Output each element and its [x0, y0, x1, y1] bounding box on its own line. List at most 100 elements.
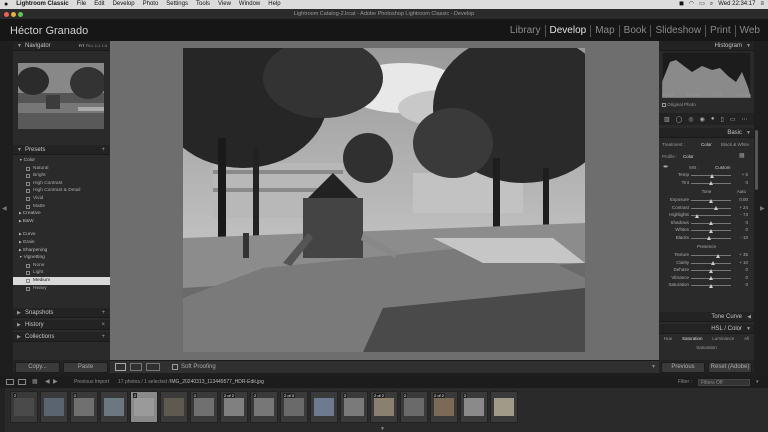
module-web[interactable]: Web: [734, 25, 764, 37]
preset-folder[interactable]: ▼ Vignetting: [13, 254, 110, 262]
preset-folder[interactable]: ▶ Curve: [13, 231, 110, 239]
slider-value[interactable]: 0: [734, 180, 748, 185]
original-photo-checkbox[interactable]: [662, 102, 666, 107]
slider-value[interactable]: - 73: [734, 212, 748, 217]
hsl-tab-all[interactable]: All: [744, 334, 749, 344]
module-print[interactable]: Print: [705, 25, 735, 37]
slider-knob[interactable]: [709, 198, 713, 203]
identity-plate[interactable]: Héctor Granado: [10, 25, 88, 37]
original-photo-toggle[interactable]: Original Photo: [662, 102, 696, 107]
slider-track[interactable]: [691, 198, 731, 203]
zoom-window-icon[interactable]: [18, 12, 23, 17]
filmstrip-thumbnail[interactable]: 2: [130, 391, 158, 423]
reset-button[interactable]: Reset (Adobe): [708, 362, 752, 373]
navigator-preview[interactable]: [18, 63, 104, 129]
slider-knob[interactable]: [707, 236, 711, 240]
wifi-icon[interactable]: ◠: [689, 0, 694, 9]
module-slideshow[interactable]: Slideshow: [650, 25, 705, 37]
menu-edit[interactable]: Edit: [90, 0, 108, 9]
filmstrip-thumbnail[interactable]: 2 of 2: [220, 391, 248, 423]
forward-arrow-icon[interactable]: ▶: [53, 377, 58, 388]
preset-item[interactable]: Heavy: [13, 285, 110, 293]
slider-knob[interactable]: [711, 261, 715, 265]
slider-track[interactable]: [691, 228, 731, 233]
filmstrip-thumbnail[interactable]: 2: [190, 391, 218, 423]
preset-item[interactable]: Matte: [13, 203, 110, 211]
clear-history-icon[interactable]: ×: [101, 320, 105, 330]
toolbar-menu-icon[interactable]: ▾: [652, 361, 655, 374]
stack-badge[interactable]: 2: [403, 393, 408, 398]
stack-badge[interactable]: 2: [13, 393, 18, 398]
before-after-split-icon[interactable]: [146, 363, 160, 371]
treatment-color-option[interactable]: Color: [701, 142, 712, 147]
tone-curve-header[interactable]: Tone Curve ◀: [659, 312, 754, 322]
preset-item[interactable]: Medium: [13, 276, 110, 285]
preset-item[interactable]: High Contrast: [13, 180, 110, 188]
control-center-icon[interactable]: ≡: [760, 0, 764, 9]
menu-help[interactable]: Help: [264, 0, 284, 9]
slider-value[interactable]: 0: [734, 220, 748, 225]
mask-tool-icon[interactable]: ●: [711, 116, 715, 122]
slider-track[interactable]: [691, 268, 731, 273]
presets-header[interactable]: ▼ Presets +: [13, 145, 110, 155]
menu-settings[interactable]: Settings: [162, 0, 192, 9]
edit-tool-icon[interactable]: ▥: [664, 116, 670, 123]
minimize-window-icon[interactable]: [11, 12, 16, 17]
slider-whites[interactable]: Whites 0: [659, 227, 754, 234]
slider-knob[interactable]: [709, 181, 713, 185]
filmstrip-thumbnail[interactable]: 2 of 2: [430, 391, 458, 423]
paste-settings-button[interactable]: Paste: [63, 362, 108, 373]
status-icon[interactable]: ◼: [679, 0, 684, 9]
slider-knob[interactable]: [709, 268, 713, 273]
slider-knob[interactable]: [709, 173, 714, 178]
slider-track[interactable]: [691, 253, 731, 258]
slider-value[interactable]: 0.00: [734, 197, 748, 202]
menu-window[interactable]: Window: [235, 0, 264, 9]
preset-folder[interactable]: ▼ Color: [13, 157, 110, 165]
profile-dropdown[interactable]: Color: [683, 154, 694, 159]
stack-badge[interactable]: 2: [193, 393, 198, 398]
slider-value[interactable]: - 10: [734, 235, 748, 240]
secondary-display-icon[interactable]: [6, 379, 14, 385]
menu-file[interactable]: File: [73, 0, 91, 9]
stack-badge[interactable]: 2 of 2: [433, 393, 446, 398]
slider-tint[interactable]: Tint 0: [659, 180, 754, 187]
filmstrip-source[interactable]: Previous Import: [74, 377, 109, 388]
preset-folder[interactable]: ▶ Sharpening: [13, 247, 110, 255]
grid-icon[interactable]: ▦: [32, 377, 38, 388]
slider-value[interactable]: 0: [734, 282, 748, 287]
module-library[interactable]: Library: [506, 25, 545, 37]
apple-icon[interactable]: ●: [0, 0, 12, 9]
menu-view[interactable]: View: [214, 0, 235, 9]
hsl-header[interactable]: HSL / Color ▼: [659, 324, 754, 334]
navigator-header[interactable]: ▼ Navigator FIT FILL 1:1 1:4: [13, 41, 110, 51]
previous-settings-button[interactable]: Previous: [661, 362, 705, 373]
slider-knob[interactable]: [694, 213, 699, 218]
slider-knob[interactable]: [709, 221, 713, 225]
main-photo[interactable]: [183, 48, 585, 352]
histogram-header[interactable]: Histogram ▼: [659, 41, 754, 51]
slider-track[interactable]: [691, 173, 731, 178]
preset-item[interactable]: None: [13, 262, 110, 270]
filmstrip-thumbnail[interactable]: [490, 391, 518, 423]
heal-tool-icon[interactable]: ◎: [688, 116, 693, 123]
slider-knob[interactable]: [713, 206, 718, 210]
menu-tools[interactable]: Tools: [192, 0, 214, 9]
zoom-fit[interactable]: FIT: [79, 43, 85, 48]
slider-shadows[interactable]: Shadows 0: [659, 220, 754, 227]
filmstrip-thumbnail[interactable]: 2: [70, 391, 98, 423]
filmstrip-scroll-left[interactable]: [0, 388, 5, 432]
filmstrip-thumbnail[interactable]: [310, 391, 338, 423]
app-menu[interactable]: Lightroom Classic: [12, 0, 72, 9]
preset-item[interactable]: Light: [13, 269, 110, 277]
back-arrow-icon[interactable]: ◀: [45, 377, 50, 388]
preset-folder[interactable]: ▶ Grain: [13, 239, 110, 247]
module-map[interactable]: Map: [590, 25, 618, 37]
menubar-clock[interactable]: Wed 22:34:17: [718, 0, 755, 9]
slider-track[interactable]: [691, 276, 731, 280]
slider-temp[interactable]: Temp + 5: [659, 172, 754, 179]
crop-tool-icon[interactable]: ◯: [676, 116, 683, 123]
basic-header[interactable]: Basic ▼: [659, 128, 754, 138]
slider-blacks[interactable]: Blacks - 10: [659, 235, 754, 242]
hsl-tab-hue[interactable]: Hue: [664, 334, 672, 344]
